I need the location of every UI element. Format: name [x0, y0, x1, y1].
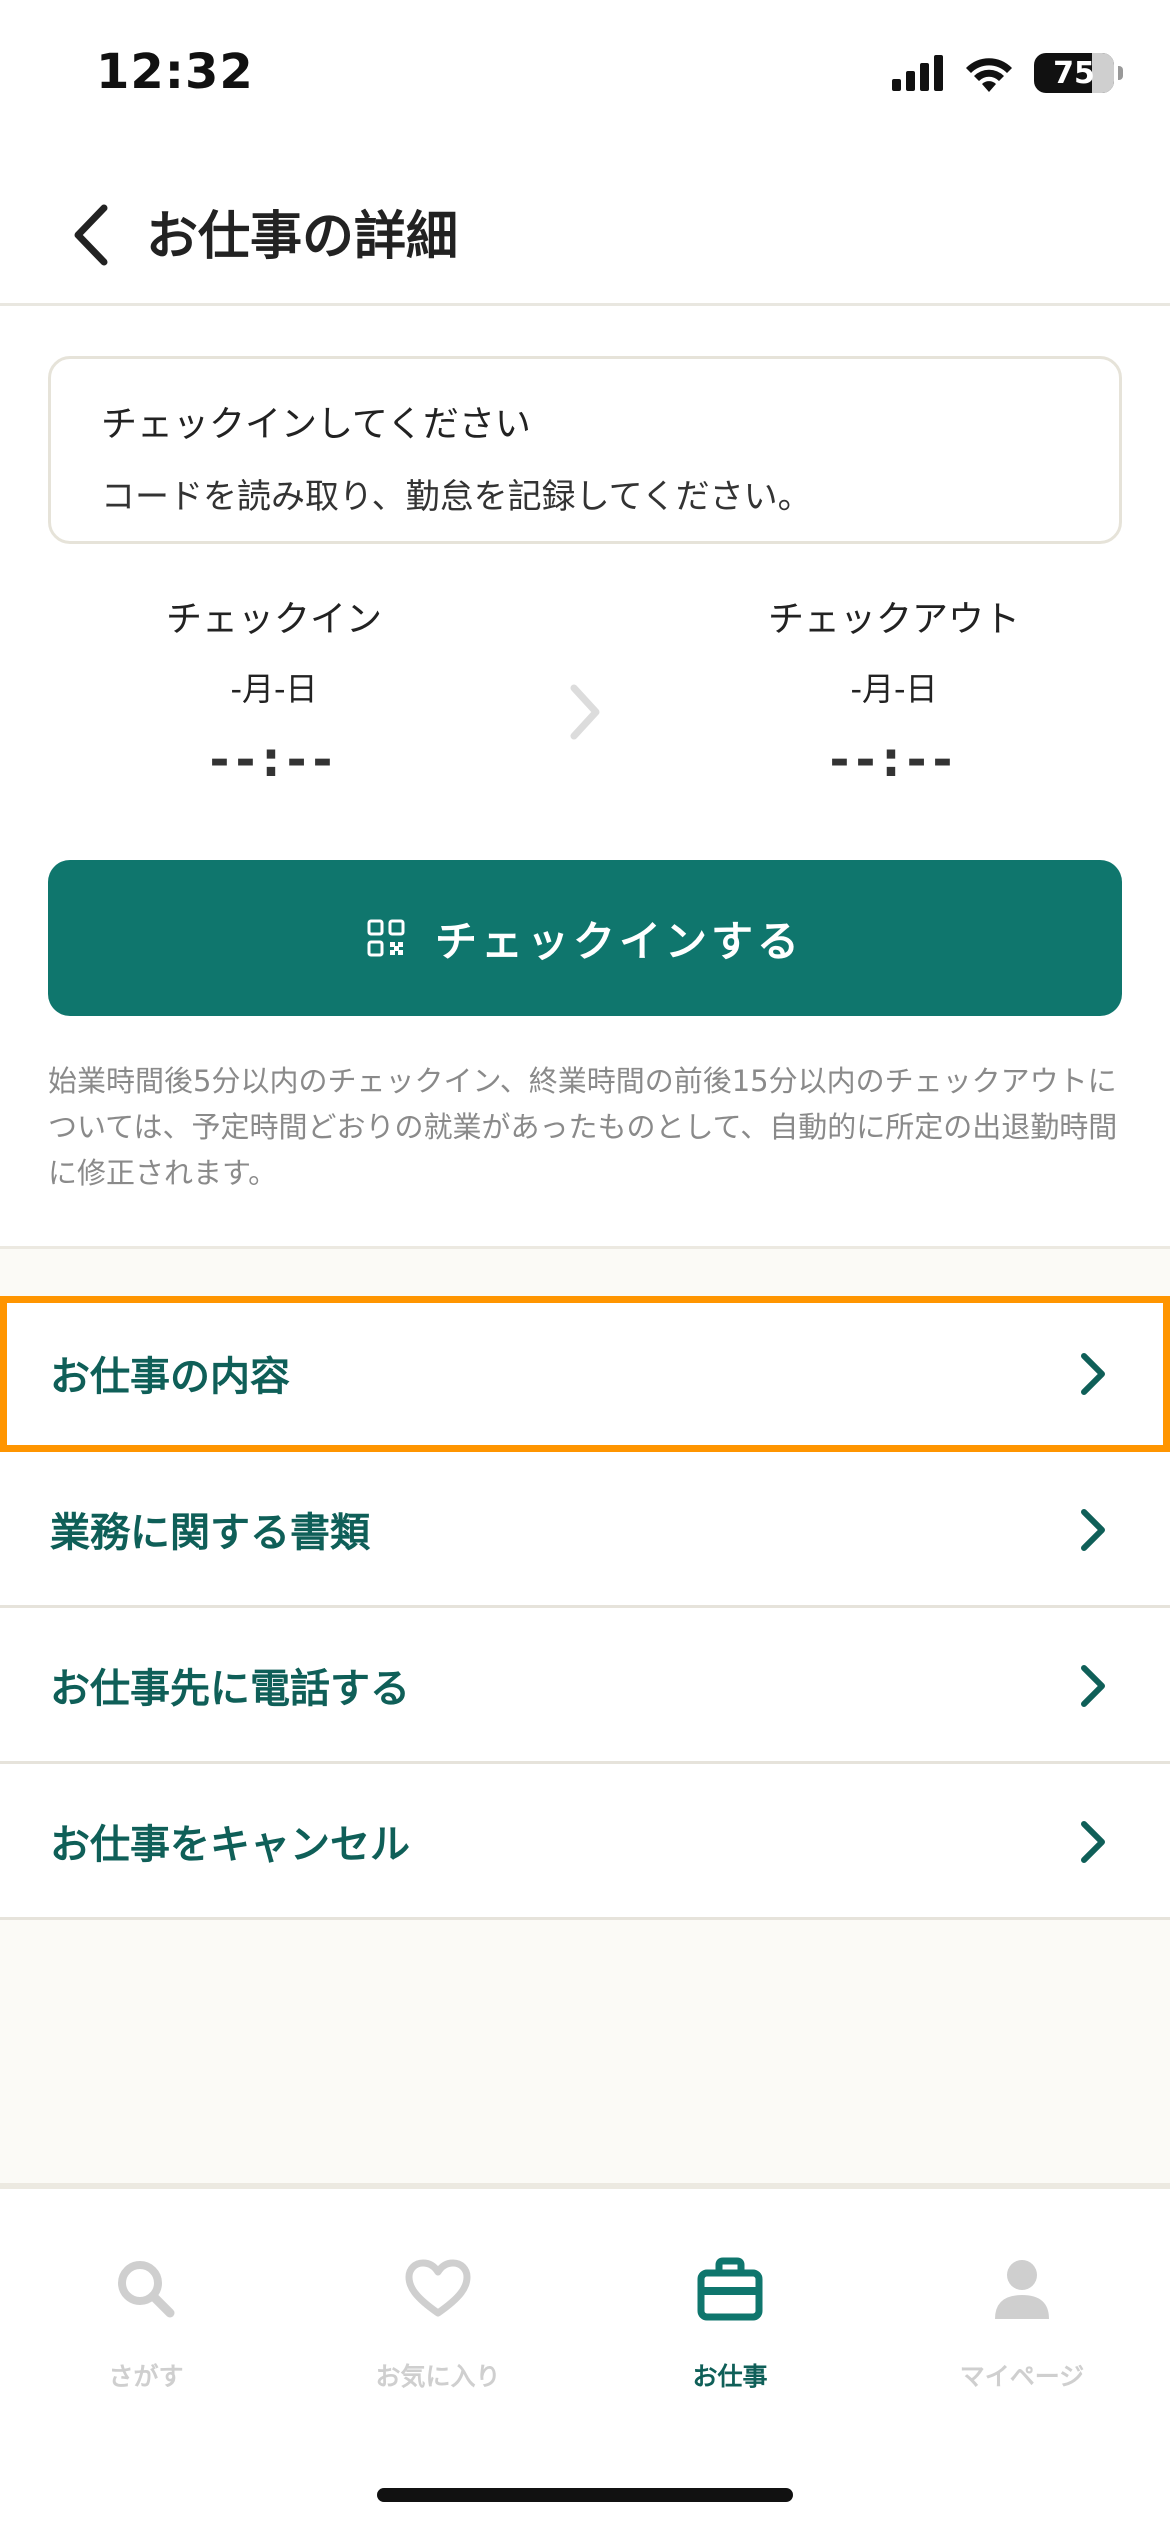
tab-search[interactable]: さがす	[0, 2249, 292, 2393]
job-menu: お仕事の内容 業務に関する書類 お仕事先に電話する お仕事をキャンセル	[0, 1296, 1170, 1920]
status-icons: 75	[892, 50, 1123, 96]
attendance-times: チェックイン -月-日 --:-- チェックアウト -月-日 --:--	[0, 590, 1170, 820]
wifi-icon	[966, 58, 1012, 92]
tab-bar: さがす お気に入り お仕事 マイページ	[0, 2186, 1170, 2532]
menu-item-job-content[interactable]: お仕事の内容	[0, 1296, 1170, 1452]
checkin-button[interactable]: チェックインする	[48, 860, 1122, 1016]
chevron-left-icon	[74, 204, 108, 266]
checkin-time: --:--	[209, 732, 339, 788]
menu-item-label: お仕事をキャンセル	[50, 1821, 410, 1868]
checkout-column: チェックアウト -月-日 --:--	[694, 590, 1094, 788]
notice-text: コードを読み取り、勤怠を記録してください。	[101, 477, 812, 517]
person-icon	[995, 2260, 1049, 2319]
checkin-button-label: チェックインする	[434, 916, 803, 966]
menu-item-call-employer[interactable]: お仕事先に電話する	[0, 1608, 1170, 1764]
battery-icon: 75	[1034, 53, 1123, 93]
chevron-right-icon	[1081, 1665, 1105, 1707]
chevron-right-icon	[1081, 1509, 1105, 1551]
checkin-column: チェックイン -月-日 --:--	[74, 590, 474, 788]
tab-label: お気に入り	[375, 2362, 501, 2391]
checkout-time: --:--	[829, 732, 959, 788]
checkin-note: 始業時間後5分以内のチェックイン、終業時間の前後15分以内のチェックアウトについ…	[48, 1064, 1118, 1190]
chevron-right-icon	[1081, 1821, 1105, 1863]
chevron-right-icon	[1081, 1353, 1105, 1395]
checkin-date: -月-日	[230, 670, 318, 708]
tab-label: さがす	[108, 2362, 184, 2391]
menu-item-label: お仕事先に電話する	[50, 1665, 410, 1712]
briefcase-icon	[697, 2257, 763, 2321]
tab-favorites[interactable]: お気に入り	[292, 2249, 584, 2393]
back-button[interactable]	[50, 190, 130, 280]
checkout-label: チェックアウト	[767, 599, 1020, 640]
status-bar: 12:32 75	[0, 0, 1170, 140]
tab-label: マイページ	[959, 2362, 1085, 2391]
menu-item-documents[interactable]: 業務に関する書類	[0, 1452, 1170, 1608]
menu-item-label: お仕事の内容	[50, 1353, 290, 1400]
menu-item-label: 業務に関する書類	[50, 1509, 370, 1556]
heart-icon	[405, 2259, 471, 2317]
page-title: お仕事の詳細	[146, 207, 459, 267]
checkout-date: -月-日	[850, 670, 938, 708]
battery-level: 75	[1053, 55, 1095, 91]
checkin-notice: チェックインしてください コードを読み取り、勤怠を記録してください。	[48, 356, 1122, 544]
header: お仕事の詳細	[0, 160, 1170, 306]
status-time: 12:32	[96, 44, 254, 100]
tab-jobs[interactable]: お仕事	[584, 2249, 876, 2393]
checkin-label: チェックイン	[165, 599, 382, 640]
search-icon	[118, 2261, 175, 2318]
tab-mypage[interactable]: マイページ	[876, 2249, 1168, 2393]
tab-label: お仕事	[692, 2362, 768, 2391]
notice-title: チェックインしてください	[101, 404, 531, 445]
home-indicator[interactable]	[377, 2488, 793, 2502]
qr-code-icon	[367, 919, 405, 957]
signal-icon	[892, 55, 943, 91]
chevron-right-icon	[560, 672, 610, 752]
menu-item-cancel-job[interactable]: お仕事をキャンセル	[0, 1764, 1170, 1920]
